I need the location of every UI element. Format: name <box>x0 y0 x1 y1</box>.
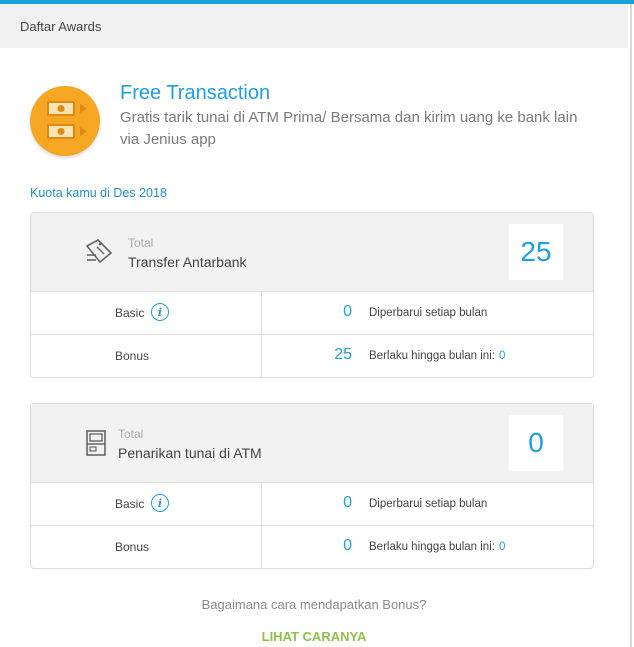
total-count: 25 <box>509 224 563 280</box>
info-icon[interactable]: i <box>151 494 169 512</box>
quota-row-bonus: Bonus 25 Berlaku hingga bulan ini: 0 <box>31 335 593 377</box>
atm-icon <box>83 429 113 457</box>
award-description: Gratis tarik tunai di ATM Prima/ Bersama… <box>120 109 578 148</box>
card-header: Total Penarikan tunai di ATM 0 <box>31 404 593 483</box>
scroll-edge <box>630 4 632 647</box>
row-label: Basic <box>115 497 145 511</box>
column-divider <box>261 292 262 334</box>
row-label: Basic <box>115 306 145 320</box>
row-note-text: Diperbarui setiap bulan <box>369 498 488 510</box>
card-header: Total Transfer Antarbank 25 <box>31 213 593 292</box>
row-value: 0 <box>343 537 352 554</box>
row-label: Bonus <box>115 540 150 554</box>
card-total-label: Total <box>118 427 144 441</box>
total-count: 0 <box>509 415 563 471</box>
column-divider <box>261 483 262 525</box>
column-divider <box>261 335 262 377</box>
quota-row-basic: Basic i 0 Diperbarui setiap bulan <box>31 483 593 526</box>
quota-row-bonus: Bonus 0 Berlaku hingga bulan ini: 0 <box>31 526 593 568</box>
quota-period-label: Kuota kamu di Des 2018 <box>30 186 167 200</box>
quota-row-basic: Basic i 0 Diperbarui setiap bulan <box>31 292 593 335</box>
row-note-value: 0 <box>498 541 506 553</box>
card-title: Transfer Antarbank <box>128 254 247 270</box>
row-value: 0 <box>343 303 352 320</box>
info-icon[interactable]: i <box>151 303 169 321</box>
row-note-text: Diperbarui setiap bulan <box>369 307 488 319</box>
transfer-ticket-icon <box>84 238 114 266</box>
row-value: 0 <box>343 494 352 511</box>
row-note-text: Berlaku hingga bulan ini: <box>369 350 495 362</box>
row-note: Diperbarui setiap bulan <box>369 307 487 319</box>
card-title: Penarikan tunai di ATM <box>118 445 262 461</box>
row-value: 25 <box>334 346 352 363</box>
page-title: Daftar Awards <box>20 18 102 34</box>
quota-card-atm: Total Penarikan tunai di ATM 0 Basic i 0… <box>30 403 594 569</box>
bonus-question: Bagaimana cara mendapatkan Bonus? <box>201 597 427 612</box>
row-label: Bonus <box>115 349 150 363</box>
see-how-link[interactable]: LIHAT CARANYA <box>0 629 628 644</box>
award-title: Free Transaction <box>120 82 271 104</box>
row-note: Diperbarui setiap bulan <box>369 498 487 510</box>
page-header: Daftar Awards <box>0 4 628 48</box>
row-note-text: Berlaku hingga bulan ini: <box>369 541 495 553</box>
money-transfer-icon <box>30 86 100 156</box>
column-divider <box>261 526 262 568</box>
card-total-label: Total <box>128 236 154 250</box>
quota-card-transfer: Total Transfer Antarbank 25 Basic i 0 Di… <box>30 212 594 378</box>
row-note-value: 0 <box>498 350 506 362</box>
row-note: Berlaku hingga bulan ini: 0 <box>369 350 505 362</box>
row-note: Berlaku hingga bulan ini: 0 <box>369 541 505 553</box>
